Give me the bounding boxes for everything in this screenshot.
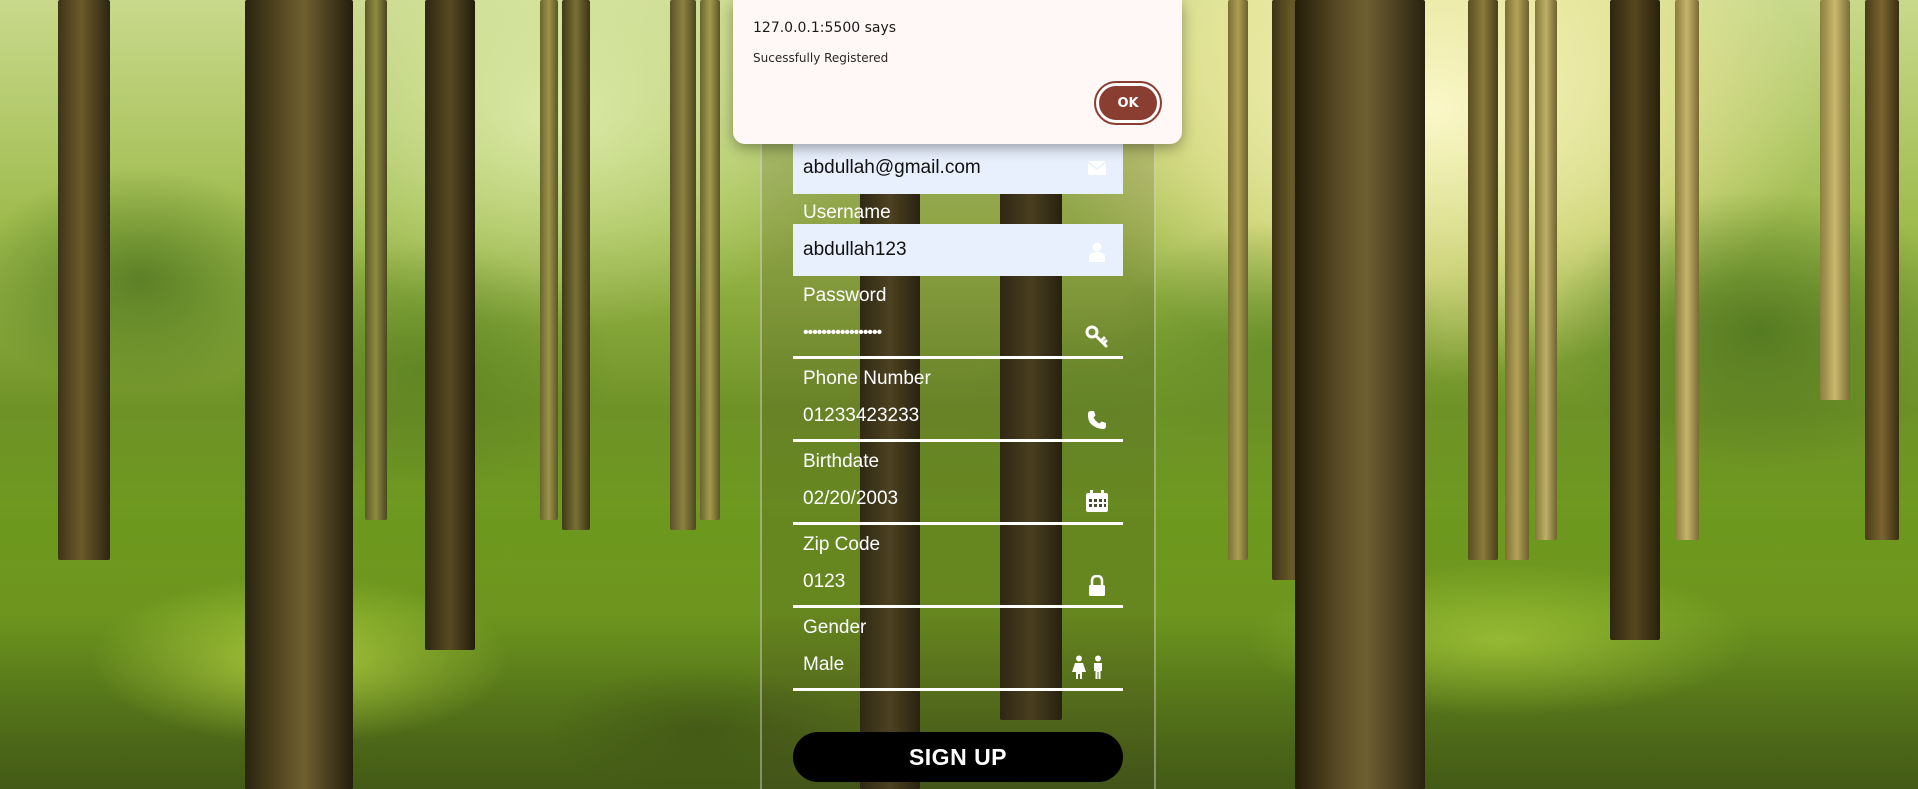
lock-icon	[1085, 574, 1109, 598]
birthdate-input[interactable]: 02/20/2003	[793, 473, 1123, 525]
key-icon	[1085, 325, 1109, 349]
tree-trunk	[1610, 0, 1660, 640]
tree-trunk	[1505, 0, 1529, 560]
tree-trunk	[670, 0, 696, 530]
tree-trunk	[562, 0, 590, 530]
phone-value: 01233423233	[803, 405, 920, 426]
email-input[interactable]: abdullah@gmail.com	[793, 142, 1123, 194]
male-female-icon	[1069, 655, 1109, 679]
sign-up-button[interactable]: SIGN UP	[793, 732, 1123, 782]
birthdate-value: 02/20/2003	[803, 488, 899, 509]
zip-field-group: Zip Code 0123	[793, 534, 1123, 610]
calendar-icon	[1085, 489, 1109, 513]
password-label: Password	[803, 285, 887, 306]
tree-trunk	[425, 0, 475, 650]
zip-input[interactable]: 0123	[793, 556, 1123, 608]
username-label: Username	[803, 202, 891, 223]
phone-input[interactable]: 01233423233	[793, 390, 1123, 442]
phone-label: Phone Number	[803, 368, 931, 389]
tree-trunk	[540, 0, 558, 520]
envelope-icon	[1085, 156, 1109, 180]
gender-input[interactable]: Male	[793, 639, 1123, 691]
zip-value: 0123	[803, 571, 846, 592]
alert-ok-button[interactable]: OK	[1094, 81, 1162, 125]
username-input[interactable]: abdullah123	[793, 224, 1123, 276]
phone-field-group: Phone Number 01233423233	[793, 368, 1123, 444]
gender-value: Male	[803, 654, 845, 675]
password-field-group: Password •••••••••••••••••	[793, 285, 1123, 361]
email-field-group: abdullah@gmail.com	[793, 142, 1123, 194]
tree-trunk	[1295, 0, 1425, 789]
password-input[interactable]: •••••••••••••••••	[793, 307, 1123, 359]
tree-trunk	[1675, 0, 1699, 540]
user-icon	[1085, 240, 1109, 264]
password-value: •••••••••••••••••	[803, 324, 882, 341]
zip-label: Zip Code	[803, 534, 881, 555]
tree-trunk	[1865, 0, 1899, 540]
tree-trunk	[1468, 0, 1498, 560]
tree-trunk	[58, 0, 110, 560]
alert-origin-title: 127.0.0.1:5500 says	[753, 20, 897, 36]
tree-trunk	[245, 0, 353, 789]
alert-message: Sucessfully Registered	[753, 51, 889, 65]
birthdate-field-group: Birthdate 02/20/2003	[793, 451, 1123, 527]
tree-trunk	[1535, 0, 1557, 540]
gender-field-group: Gender Male	[793, 617, 1123, 693]
browser-alert-dialog: 127.0.0.1:5500 says Sucessfully Register…	[733, 0, 1182, 144]
username-field-group: Username abdullah123	[793, 202, 1123, 278]
username-value: abdullah123	[803, 239, 907, 260]
gender-label: Gender	[803, 617, 867, 638]
tree-trunk	[700, 0, 720, 520]
tree-trunk	[1820, 0, 1850, 400]
birthdate-label: Birthdate	[803, 451, 880, 472]
tree-trunk	[1228, 0, 1248, 560]
email-value: abdullah@gmail.com	[803, 157, 981, 178]
phone-icon	[1085, 408, 1109, 432]
tree-trunk	[365, 0, 387, 520]
